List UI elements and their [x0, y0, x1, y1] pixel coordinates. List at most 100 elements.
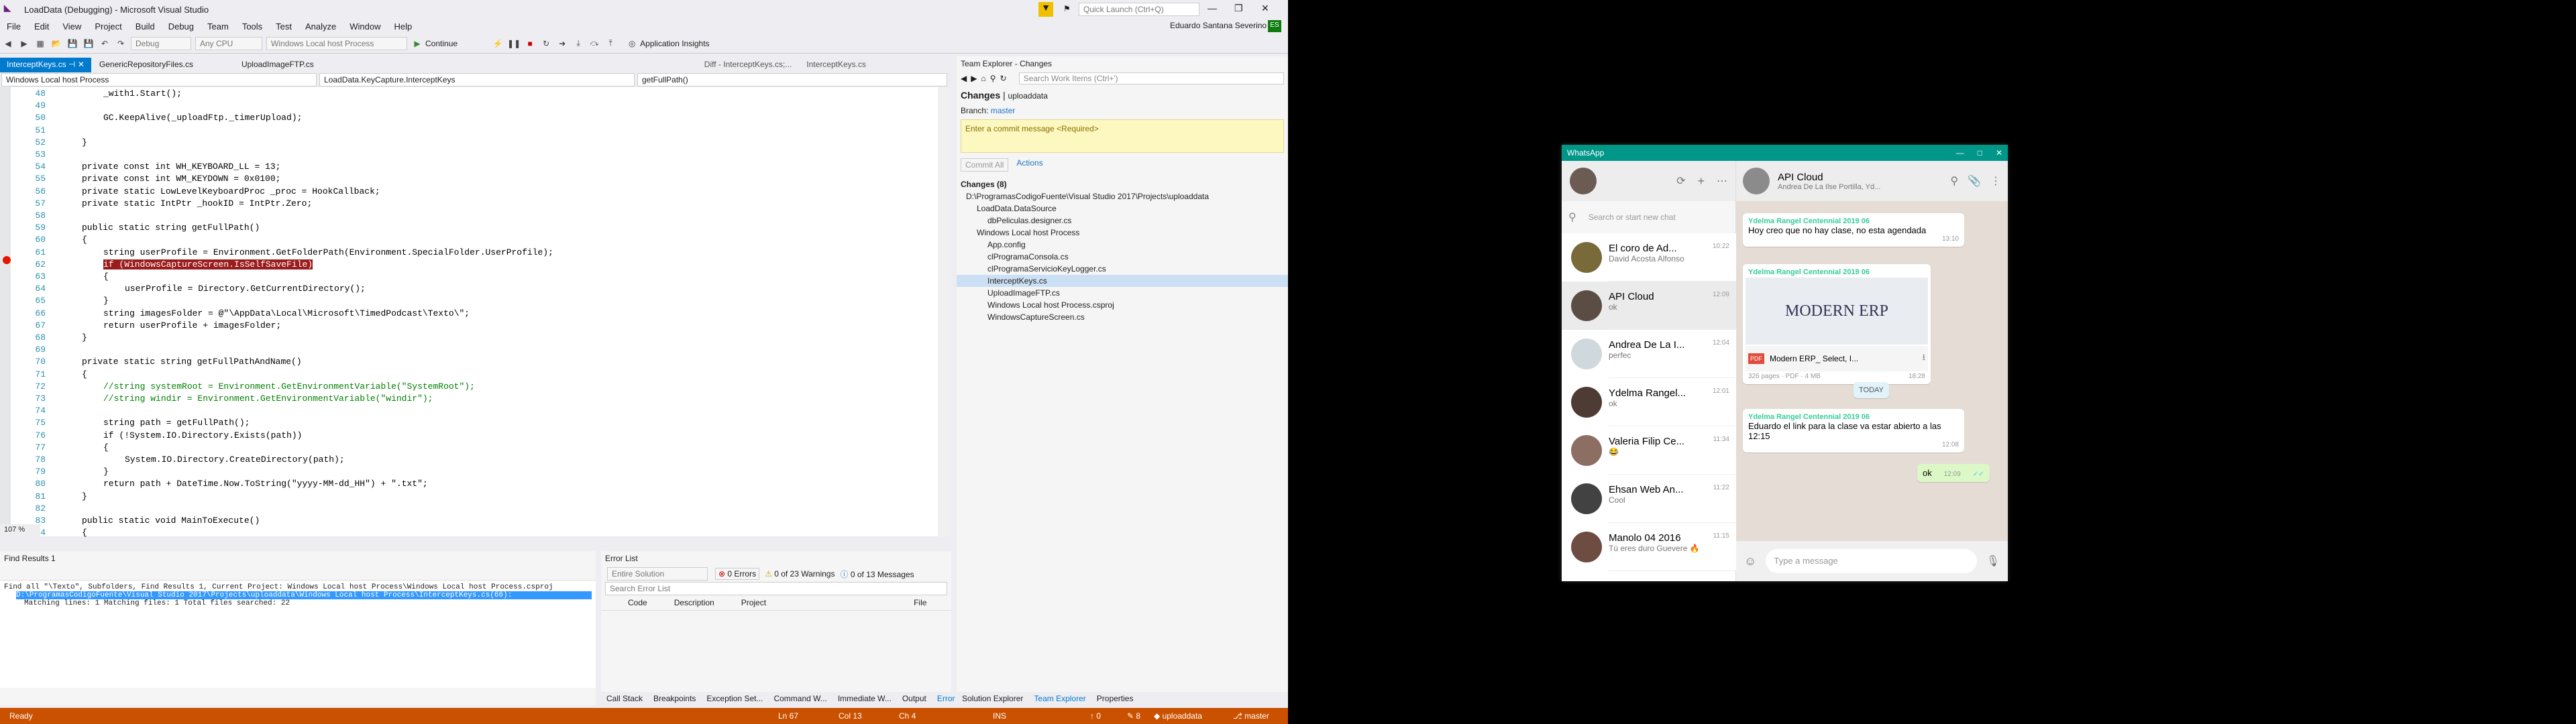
warnings-filter-button[interactable]: ⚠ 0 of 23 Warnings — [765, 569, 835, 579]
changes-tree-item[interactable]: Windows Local host Process.csproj — [957, 299, 1288, 311]
close-button[interactable]: ✕ — [1261, 3, 1269, 14]
restart-icon[interactable]: ↻ — [539, 36, 553, 51]
chat-list-item[interactable]: Andrea De La I... 12:04 perfec — [1562, 330, 1736, 378]
changes-tree-item[interactable]: clProgramaServicioKeyLogger.cs — [957, 263, 1288, 275]
col-code[interactable]: Code — [628, 598, 647, 607]
quick-launch-input[interactable]: Quick Launch (Ctrl+Q) — [1079, 3, 1199, 16]
continue-button[interactable]: Continue — [425, 39, 458, 48]
code-line[interactable]: private static IntPtr _hookID = IntPtr.Z… — [82, 198, 312, 208]
work-items-search[interactable]: Search Work Items (Ctrl+') — [1018, 72, 1284, 84]
filter-icon[interactable]: ▼ — [1038, 2, 1053, 17]
back-icon[interactable]: ◀ — [961, 74, 967, 83]
refresh-icon[interactable]: ↻ — [1000, 74, 1007, 83]
code-line[interactable]: System.IO.Directory.CreateDirectory(path… — [125, 455, 345, 465]
my-avatar[interactable] — [1570, 168, 1597, 194]
code-line[interactable]: if (WindowsCaptureScreen.IsSelfSaveFile) — [103, 259, 313, 269]
chat-list-item[interactable]: El coro de Ad... 10:22 David Acosta Alfons… — [1562, 233, 1736, 282]
breakpoint-icon[interactable] — [3, 256, 11, 264]
app-insights-label[interactable]: Application Insights — [640, 39, 709, 48]
notification-icon[interactable]: ⚑ — [1063, 4, 1071, 13]
menu-window[interactable]: Window — [343, 21, 387, 32]
config-dropdown[interactable]: Debug — [131, 36, 191, 50]
message-input[interactable]: Type a message — [1766, 549, 1977, 573]
tab-immediate-window[interactable]: Immediate W... — [833, 692, 897, 705]
step-out-icon[interactable]: ⤒ — [604, 36, 617, 51]
tab-properties[interactable]: Properties — [1091, 692, 1139, 705]
new-file-icon[interactable]: ▦ — [34, 36, 47, 51]
code-line[interactable]: string imagesFolder = @"\AppData\Local\M… — [103, 308, 470, 318]
changes-count[interactable]: Changes (8) — [957, 174, 1288, 190]
step-into-icon[interactable]: ⤓ — [572, 36, 585, 51]
tab-interceptkeys[interactable]: InterceptKeys.cs ⊣ ✕ — [0, 58, 91, 72]
code-line[interactable]: if (!System.IO.Directory.Exists(path)) — [103, 430, 302, 440]
changes-tree-item[interactable]: WindowsCaptureScreen.cs — [957, 311, 1288, 323]
code-line[interactable]: } — [103, 467, 109, 477]
play-icon[interactable]: ▶ — [411, 36, 424, 51]
code-line[interactable]: public static string getFullPath() — [82, 223, 260, 233]
menu-build[interactable]: Build — [129, 21, 162, 32]
chat-list-item[interactable]: Manolo 04 2016 11:15 Tú eres duro Guevere … — [1562, 523, 1736, 571]
open-icon[interactable]: 📂 — [50, 36, 63, 51]
code-line[interactable]: string path = getFullPath(); — [103, 418, 250, 428]
code-line[interactable]: //string windir = Environment.GetEnviron… — [103, 394, 433, 404]
undo-icon[interactable]: ↶ — [98, 36, 111, 51]
stop-icon[interactable]: ■ — [523, 36, 537, 51]
editor-scrollbar[interactable] — [938, 87, 951, 536]
code-line[interactable]: } — [82, 333, 87, 343]
forward-icon[interactable]: ▶ — [17, 36, 31, 51]
chat-list-item[interactable]: Valeria Filip Ce... 11:34 😂 — [1562, 426, 1736, 475]
find-result-match[interactable]: D:\ProgramasCodigoFuente\Visual Studio 2… — [16, 591, 592, 599]
code-line[interactable]: } — [82, 491, 87, 501]
project-nav-dropdown[interactable]: Windows Local host Process — [1, 73, 317, 86]
download-icon[interactable]: ⭳ — [1922, 351, 1925, 366]
back-icon[interactable]: ◀ — [1, 36, 15, 51]
code-line[interactable]: { — [82, 528, 87, 538]
tab-diff[interactable]: Diff - InterceptKeys.cs;... — [698, 58, 799, 72]
tab-interceptkeys-2[interactable]: InterceptKeys.cs — [800, 58, 873, 72]
maximize-button[interactable]: ❐ — [1234, 3, 1243, 14]
actions-menu[interactable]: Actions — [1016, 158, 1042, 172]
menu-edit[interactable]: Edit — [28, 21, 56, 32]
code-line[interactable]: userProfile = Directory.GetCurrentDirect… — [125, 284, 366, 294]
menu-icon[interactable]: ⋮ — [1990, 174, 2001, 188]
menu-view[interactable]: View — [56, 21, 88, 32]
menu-file[interactable]: File — [0, 21, 28, 32]
tab-command-window[interactable]: Command W... — [768, 692, 832, 705]
status-branch[interactable]: ⎇ master — [1233, 711, 1269, 721]
branch-link[interactable]: master — [991, 106, 1016, 115]
tab-exception-settings[interactable]: Exception Set... — [701, 692, 768, 705]
code-line[interactable]: { — [82, 369, 87, 379]
code-line[interactable]: private const int WH_KEYBOARD_LL = 13; — [82, 162, 280, 172]
code-line[interactable]: _with1.Start(); — [103, 88, 182, 99]
tab-breakpoints[interactable]: Breakpoints — [648, 692, 701, 705]
save-all-icon[interactable]: 💾 — [82, 36, 95, 51]
code-line[interactable]: { — [103, 272, 109, 282]
changes-tree-item[interactable]: D:\ProgramasCodigoFuente\Visual Studio 2… — [957, 190, 1288, 202]
menu-team[interactable]: Team — [201, 21, 235, 32]
col-project[interactable]: Project — [741, 598, 766, 607]
tab-solution-explorer[interactable]: Solution Explorer — [957, 692, 1028, 705]
class-nav-dropdown[interactable]: LoadData.KeyCapture.InterceptKeys — [319, 73, 635, 86]
menu-debug[interactable]: Debug — [162, 21, 201, 32]
new-chat-icon[interactable]: + — [1697, 174, 1705, 188]
home-icon[interactable]: ⌂ — [981, 74, 985, 83]
code-line[interactable]: { — [82, 235, 87, 245]
code-line[interactable]: } — [103, 296, 109, 306]
status-icon[interactable]: ⟳ — [1676, 174, 1685, 188]
code-line[interactable]: return userProfile + imagesFolder; — [103, 320, 281, 330]
code-line[interactable]: string userProfile = Environment.GetFold… — [103, 247, 553, 257]
hot-reload-icon[interactable]: ⚡ — [491, 36, 504, 51]
code-line[interactable]: private static string getFullPathAndName… — [82, 357, 302, 367]
code-line[interactable]: GC.KeepAlive(_uploadFtp._timerUpload); — [103, 113, 302, 123]
zoom-level[interactable]: 107 % — [0, 524, 40, 536]
tab-team-explorer[interactable]: Team Explorer — [1028, 692, 1091, 705]
error-search-input[interactable]: Search Error List — [605, 582, 947, 595]
document-preview[interactable]: MODERN ERP — [1746, 278, 1928, 345]
minimize-button[interactable]: — — [1208, 3, 1217, 13]
attach-icon[interactable]: 📎 — [1968, 174, 1981, 188]
code-line[interactable]: private const int WM_KEYDOWN = 0x0100; — [82, 174, 280, 184]
show-next-statement-icon[interactable]: ➜ — [555, 36, 569, 51]
code-editor[interactable]: 48 _with1.Start(); 49 50 GC.KeepAlive(_uploa… — [0, 87, 951, 538]
col-file[interactable]: File — [914, 598, 926, 607]
forward-icon[interactable]: ▶ — [971, 74, 977, 83]
